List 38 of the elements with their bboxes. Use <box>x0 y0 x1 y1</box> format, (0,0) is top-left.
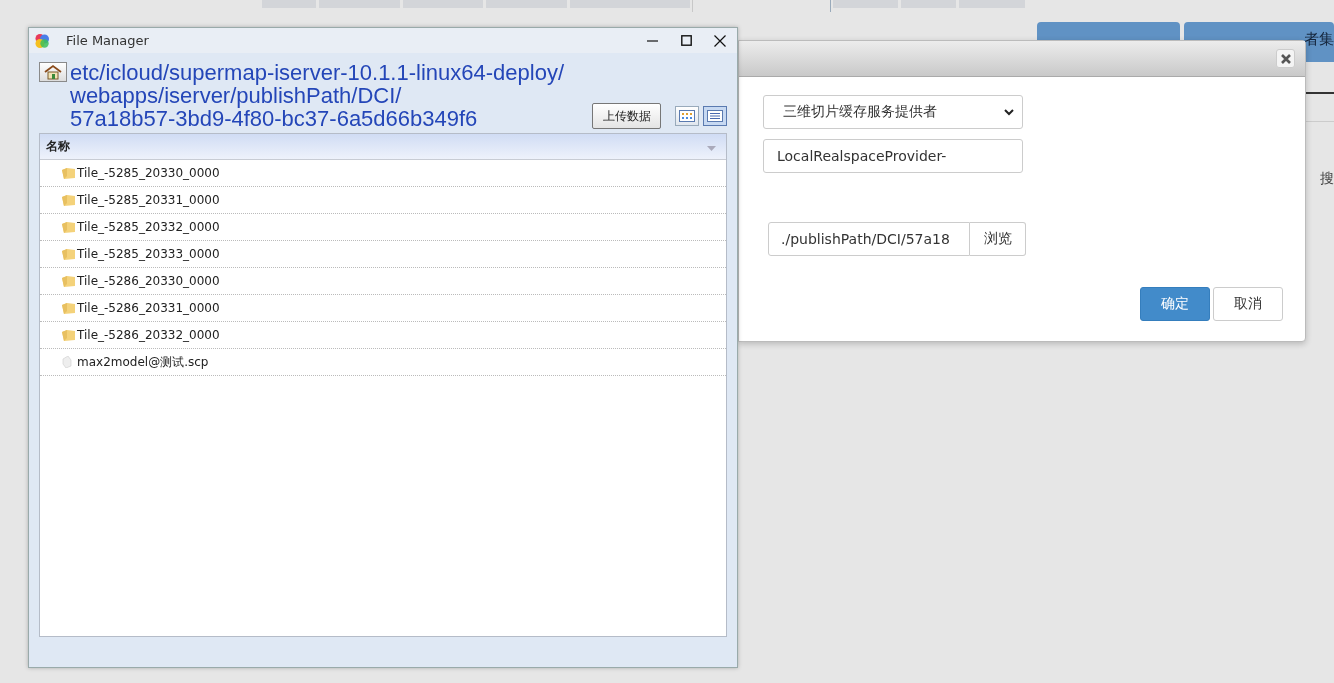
label-text: 搜 <box>1320 170 1334 188</box>
file-row[interactable]: Tile_-5286_20331_0000 <box>40 295 726 322</box>
name-field[interactable]: LocalRealspaceProvider- <box>763 139 1023 173</box>
column-header[interactable]: 名称 <box>40 134 726 160</box>
folder-icon <box>62 329 75 341</box>
home-button[interactable] <box>39 62 67 82</box>
file-row[interactable]: Tile_-5285_20330_0000 <box>40 160 726 187</box>
file-row[interactable]: Tile_-5286_20332_0000 <box>40 322 726 349</box>
app-logo-icon <box>34 32 50 49</box>
file-icon <box>62 356 72 368</box>
maximize-icon[interactable] <box>680 35 692 46</box>
upload-button[interactable]: 上传数据 <box>592 103 661 129</box>
cancel-button[interactable]: 取消 <box>1213 287 1283 321</box>
close-button[interactable] <box>1276 49 1295 68</box>
close-icon[interactable] <box>1280 53 1291 64</box>
path-field[interactable]: ./publishPath/DCI/57a18 <box>768 222 970 256</box>
file-row[interactable]: Tile_-5285_20331_0000 <box>40 187 726 214</box>
folder-icon <box>62 167 75 179</box>
path-text: etc/icloud/supermap-iserver-10.1.1-linux64-deploy/webapps/iserver/publishPath/DCI/57a18b57-3bd9-4f80-bc37-6a5d66b349f6 <box>70 61 566 130</box>
file-row[interactable]: Tile_-5285_20333_0000 <box>40 241 726 268</box>
minimize-icon[interactable] <box>646 39 658 42</box>
folder-icon <box>62 302 75 314</box>
close-icon[interactable] <box>714 34 726 47</box>
folder-icon <box>62 194 75 206</box>
folder-icon <box>62 248 75 260</box>
window-title: File Manager <box>66 33 150 48</box>
provider-type-dropdown[interactable]: 三维切片缓存服务提供者 <box>763 95 1023 129</box>
caret-icon <box>1004 108 1014 116</box>
folder-icon <box>62 275 75 287</box>
browse-button[interactable]: 浏览 <box>970 222 1026 256</box>
list-view-button[interactable] <box>703 106 727 126</box>
grid-view-button[interactable] <box>675 106 699 126</box>
sort-icon[interactable] <box>707 145 716 151</box>
ok-button[interactable]: 确定 <box>1140 287 1210 321</box>
folder-icon <box>62 221 75 233</box>
file-row[interactable]: Tile_-5286_20330_0000 <box>40 268 726 295</box>
file-row[interactable]: Tile_-5285_20332_0000 <box>40 214 726 241</box>
file-row[interactable]: max2model@测试.scp <box>40 349 726 376</box>
